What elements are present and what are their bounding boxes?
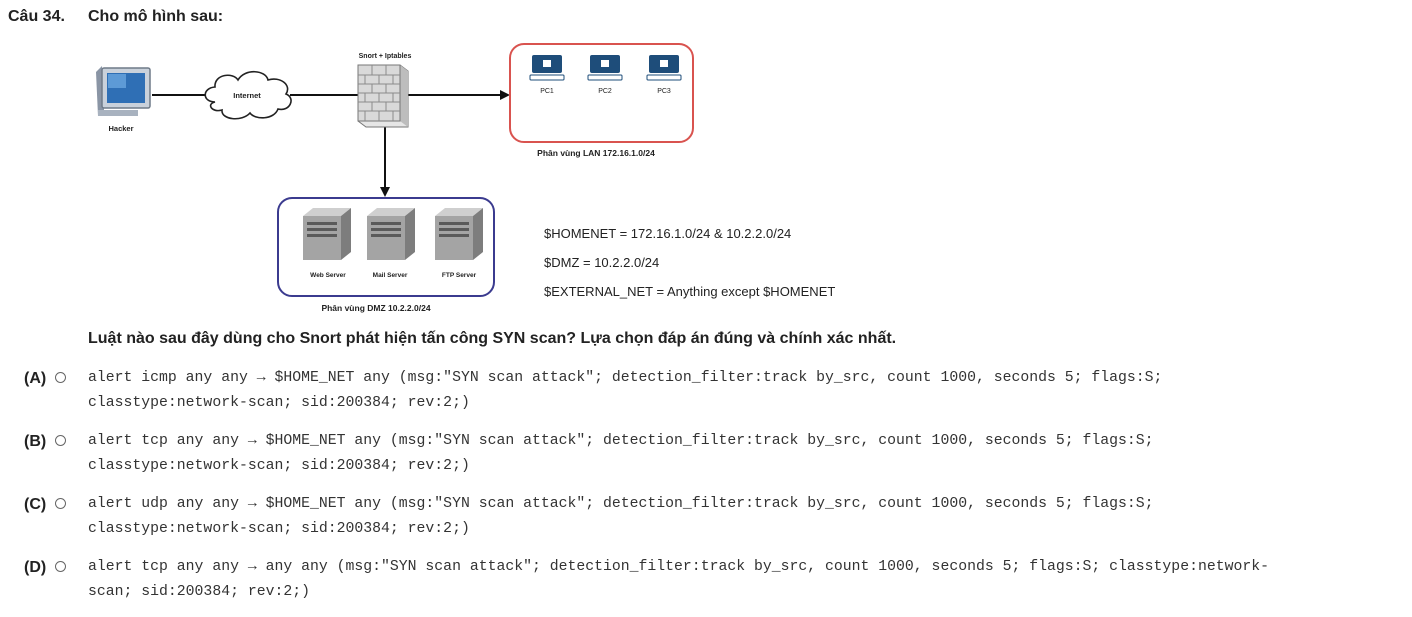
internet-label: Internet [233, 91, 261, 100]
dmz-definition: $DMZ = 10.2.2.0/24 [544, 255, 660, 270]
pc2-icon [587, 55, 623, 81]
lan-zone-label: Phân vùng LAN 172.16.1.0/24 [537, 148, 655, 158]
option-d-text: alert tcp any any → any any (msg:"SYN sc… [88, 559, 1269, 600]
web-server-icon [303, 208, 351, 260]
firewall-icon [357, 64, 409, 128]
option-b-label: (B) [24, 433, 47, 450]
option-c-label: (C) [24, 496, 47, 513]
question-number: Câu 34. [8, 8, 65, 25]
mail-server-icon [367, 208, 415, 260]
hacker-label: Hacker [108, 124, 133, 133]
option-b-radio[interactable] [55, 435, 66, 446]
web-server-label: Web Server [310, 272, 346, 279]
homenet-definition: $HOMENET = 172.16.1.0/24 & 10.2.2.0/24 [544, 226, 792, 241]
question-prompt: Luật nào sau đây dùng cho Snort phát hiệ… [88, 330, 897, 347]
variable-definitions: $HOMENET = 172.16.1.0/24 & 10.2.2.0/24 $… [544, 226, 835, 313]
question-header: Câu 34. Cho mô hình sau: [8, 8, 223, 26]
option-d-label: (D) [24, 559, 47, 576]
external-net-definition: $EXTERNAL_NET = Anything except $HOMENET [544, 284, 836, 299]
ftp-server-icon [435, 208, 483, 260]
dmz-arrowhead [380, 187, 390, 197]
option-a-label: (A) [24, 370, 47, 387]
pc3-label: PC3 [657, 88, 671, 95]
pc1-label: PC1 [540, 88, 554, 95]
question-intro: Cho mô hình sau: [88, 8, 224, 25]
ftp-server-label: FTP Server [442, 272, 477, 279]
lan-arrowhead [500, 90, 510, 100]
firewall-label: Snort + Iptables [359, 53, 412, 60]
dmz-zone-label: Phân vùng DMZ 10.2.2.0/24 [321, 303, 430, 313]
pc1-icon [529, 55, 565, 81]
option-a-text: alert icmp any any → $HOME_NET any (msg:… [88, 370, 1163, 411]
option-b-text: alert tcp any any → $HOME_NET any (msg:"… [88, 433, 1154, 474]
option-a-radio[interactable] [55, 372, 66, 383]
option-c-text: alert udp any any → $HOME_NET any (msg:"… [88, 496, 1154, 537]
pc2-label: PC2 [598, 88, 612, 95]
option-d-radio[interactable] [55, 561, 66, 572]
hacker-computer-icon [96, 66, 151, 116]
pc3-icon [646, 55, 682, 81]
mail-server-label: Mail Server [373, 272, 408, 279]
option-c-radio[interactable] [55, 498, 66, 509]
